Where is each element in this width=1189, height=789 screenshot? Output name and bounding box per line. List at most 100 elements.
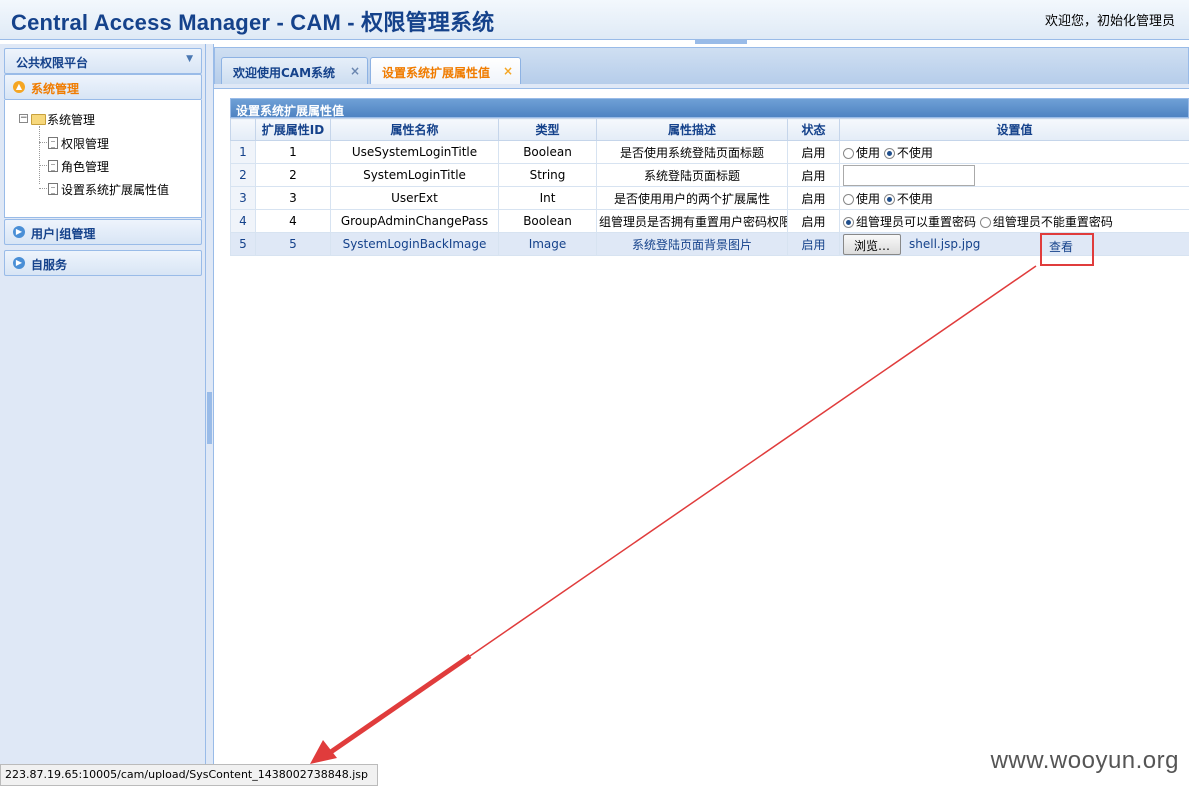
page-icon xyxy=(48,160,58,172)
tree-item-ext-attributes[interactable]: 设置系统扩展属性值 xyxy=(48,181,169,198)
app-header: Central Access Manager - CAM - 权限管理系统 欢迎… xyxy=(0,0,1189,40)
tree-root-label: 系统管理 xyxy=(47,113,96,127)
table-row[interactable]: 2 2 SystemLoginTitle String 系统登陆页面标题 启用 xyxy=(230,163,1189,187)
annotation-highlight-box xyxy=(1040,233,1094,266)
tab-label: 欢迎使用CAM系统 xyxy=(233,66,336,80)
watermark-text: www.wooyun.org xyxy=(990,747,1179,774)
cell-type: Image xyxy=(498,232,597,256)
table-row[interactable]: 4 4 GroupAdminChangePass Boolean 组管理员是否拥… xyxy=(230,209,1189,233)
expand-icon: ▶ xyxy=(13,257,25,269)
tree-item-permissions[interactable]: 权限管理 xyxy=(48,135,109,152)
radio-cannot-reset[interactable] xyxy=(979,216,991,228)
sidebar-section-user-group[interactable]: ▶ 用户|组管理 xyxy=(4,219,202,245)
radio-label: 组管理员不能重置密码 xyxy=(992,214,1113,229)
tree-item-roles[interactable]: 角色管理 xyxy=(48,158,109,175)
browser-status-bar: 223.87.19.65:10005/cam/upload/SysContent… xyxy=(0,764,378,786)
column-header[interactable] xyxy=(230,118,256,141)
table-row[interactable]: 3 3 UserExt Int 是否使用用户的两个扩展属性 启用 使用 不使用 xyxy=(230,186,1189,210)
cell-status: 启用 xyxy=(787,140,840,164)
cell-id: 4 xyxy=(255,209,331,233)
tab-strip: 欢迎使用CAM系统 × 设置系统扩展属性值 × xyxy=(214,47,1189,87)
tree-collapse-icon[interactable]: − xyxy=(19,114,28,123)
cell-setting: 组管理员可以重置密码 组管理员不能重置密码 xyxy=(839,209,1189,233)
cell-status: 启用 xyxy=(787,209,840,233)
tree-item-label: 设置系统扩展属性值 xyxy=(61,183,170,197)
table-row[interactable]: 1 1 UseSystemLoginTitle Boolean 是否使用系统登陆… xyxy=(230,140,1189,164)
sidebar-section-self-service[interactable]: ▶ 自服务 xyxy=(4,250,202,276)
cell-setting: 使用 不使用 xyxy=(839,140,1189,164)
sidebar-section-label: 系统管理 xyxy=(31,82,80,96)
tab-ext-attributes[interactable]: 设置系统扩展属性值 × xyxy=(370,57,521,87)
cell-status: 启用 xyxy=(787,163,840,187)
selected-file-name: shell.jsp.jpg xyxy=(909,236,981,251)
tree-item-label: 角色管理 xyxy=(61,160,110,174)
tab-welcome[interactable]: 欢迎使用CAM系统 × xyxy=(221,57,368,86)
radio-use[interactable] xyxy=(843,147,854,159)
column-header[interactable]: 设置值 xyxy=(839,118,1189,141)
cell-type: Int xyxy=(498,186,597,210)
tree-item-label: 权限管理 xyxy=(61,137,110,151)
column-header[interactable]: 扩展属性ID xyxy=(255,118,331,141)
tree-root-item[interactable]: 系统管理 xyxy=(31,111,95,128)
table-header-row: 扩展属性ID 属性名称 类型 属性描述 状态 设置值 xyxy=(230,118,1189,141)
cell-desc: 组管理员是否拥有重置用户密码权限 xyxy=(596,209,788,233)
login-title-input[interactable] xyxy=(843,164,975,186)
tree-connector xyxy=(39,142,47,143)
page-icon xyxy=(48,137,58,149)
cell-status: 启用 xyxy=(787,186,840,210)
welcome-text: 欢迎您，初始化管理员 xyxy=(1044,14,1175,29)
column-header[interactable]: 属性名称 xyxy=(330,118,499,141)
cell-type: String xyxy=(498,163,597,187)
tab-label: 设置系统扩展属性值 xyxy=(382,66,491,80)
splitter-handle[interactable] xyxy=(207,392,212,444)
column-header[interactable]: 类型 xyxy=(498,118,597,141)
cell-id: 3 xyxy=(255,186,331,210)
cell-type: Boolean xyxy=(498,140,597,164)
row-number: 2 xyxy=(230,163,256,187)
cell-setting xyxy=(839,163,1189,187)
radio-label: 组管理员可以重置密码 xyxy=(856,214,977,229)
browse-button[interactable]: 浏览… xyxy=(843,233,902,255)
row-number: 3 xyxy=(230,186,256,210)
cell-setting: 浏览… shell.jsp.jpg xyxy=(839,232,1189,256)
tree-connector xyxy=(39,126,40,184)
cell-name: SystemLoginTitle xyxy=(330,163,499,187)
sidebar-section-label: 自服务 xyxy=(31,258,68,272)
cell-desc: 是否使用系统登陆页面标题 xyxy=(596,140,788,164)
radio-label: 不使用 xyxy=(896,191,933,206)
radio-label: 使用 xyxy=(856,191,881,206)
row-number: 1 xyxy=(230,140,256,164)
chevron-down-icon[interactable]: ▼ xyxy=(186,54,193,64)
cell-id: 1 xyxy=(255,140,331,164)
close-icon[interactable]: × xyxy=(350,64,360,78)
radio-use[interactable] xyxy=(843,193,854,205)
radio-can-reset[interactable] xyxy=(843,216,854,228)
row-number: 5 xyxy=(230,232,256,256)
cell-id: 2 xyxy=(255,163,331,187)
radio-not-use[interactable] xyxy=(883,147,895,159)
tree-connector xyxy=(39,188,47,189)
sidebar-platform-header[interactable]: 公共权限平台 ▼ xyxy=(4,48,202,74)
sidebar-section-label: 用户|组管理 xyxy=(31,227,96,241)
expand-icon: ▶ xyxy=(13,226,25,238)
column-header[interactable]: 状态 xyxy=(787,118,840,141)
radio-label: 使用 xyxy=(856,145,881,160)
cell-name: SystemLoginBackImage xyxy=(330,232,499,256)
column-header[interactable]: 属性描述 xyxy=(596,118,788,141)
sidebar-platform-title: 公共权限平台 xyxy=(16,56,89,70)
folder-open-icon xyxy=(31,114,46,125)
cell-status: 启用 xyxy=(787,232,840,256)
cell-name: UseSystemLoginTitle xyxy=(330,140,499,164)
radio-not-use[interactable] xyxy=(883,193,895,205)
radio-label: 不使用 xyxy=(896,145,933,160)
grid-title: 设置系统扩展属性值 xyxy=(230,98,1189,118)
close-icon[interactable]: × xyxy=(503,64,513,78)
cell-setting: 使用 不使用 xyxy=(839,186,1189,210)
cell-desc: 系统登陆页面背景图片 xyxy=(596,232,788,256)
sidebar-section-system[interactable]: ▲ 系统管理 xyxy=(4,74,202,100)
tab-body-border xyxy=(214,84,1189,89)
row-number: 4 xyxy=(230,209,256,233)
page-icon xyxy=(48,183,58,195)
sidebar-splitter[interactable] xyxy=(205,44,214,764)
cell-name: UserExt xyxy=(330,186,499,210)
